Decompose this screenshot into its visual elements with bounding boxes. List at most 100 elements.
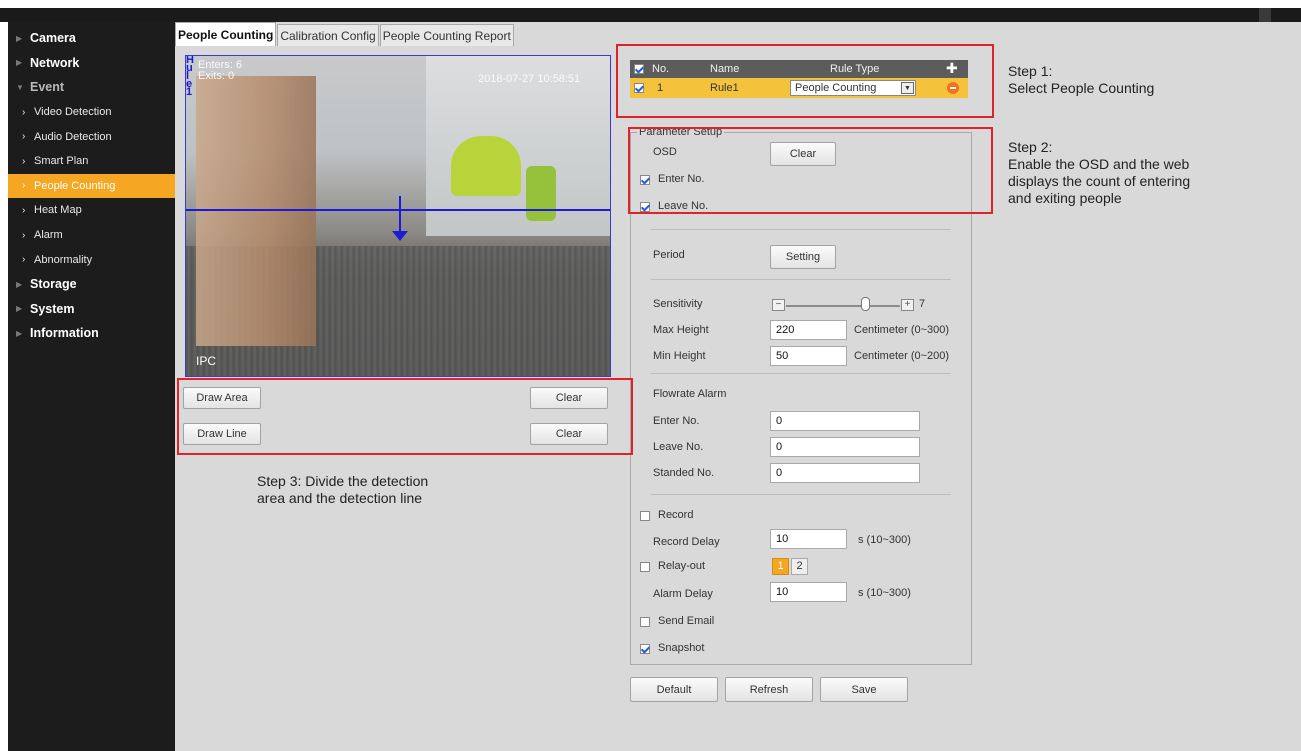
snapshot-checkbox[interactable] — [640, 644, 650, 654]
tab-people-counting[interactable]: People Counting — [175, 22, 277, 46]
sensitivity-increase-button[interactable]: + — [901, 299, 914, 311]
sidebar-item-system[interactable]: ▶ System — [8, 297, 175, 322]
sidebar-item-label: Heat Map — [34, 204, 82, 217]
alarm-enter-no-input[interactable]: 0 — [770, 411, 920, 431]
draw-area-button[interactable]: Draw Area — [183, 387, 261, 409]
divider — [651, 229, 951, 230]
chevron-right-icon: › — [22, 204, 26, 216]
tab-calibration-config[interactable]: Calibration Config — [277, 24, 379, 46]
sidebar-item-label: People Counting — [34, 179, 116, 192]
triangle-right-icon: ▶ — [16, 328, 23, 338]
rule-row[interactable]: 1 Rule1 People Counting ▼ — [630, 78, 968, 98]
sensitivity-decrease-button[interactable]: − — [772, 299, 785, 311]
rule-type-value: People Counting — [795, 82, 877, 94]
sensitivity-slider-track[interactable] — [786, 305, 900, 307]
send-email-label: Send Email — [658, 615, 715, 627]
standed-no-input[interactable]: 0 — [770, 463, 920, 483]
arrow-down-icon — [392, 231, 408, 241]
alarm-leave-no-input[interactable]: 0 — [770, 437, 920, 457]
channel-label: IPC — [196, 354, 217, 368]
video-preview[interactable]: Hu l e 1 Enters: 6 Exits: 0 2018-07-27 1… — [185, 55, 611, 377]
clear-area-button[interactable]: Clear — [530, 387, 608, 409]
parameter-setup-legend: Parameter Setup — [637, 126, 725, 138]
sidebar-item-abnormality[interactable]: › Abnormality — [8, 247, 175, 272]
sidebar-item-smart-plan[interactable]: › Smart Plan — [8, 149, 175, 174]
chevron-down-icon[interactable]: ▼ — [901, 82, 914, 94]
record-delay-label: Record Delay — [653, 536, 720, 548]
tab-bar: People Counting Calibration Config Peopl… — [175, 22, 515, 46]
enter-no-label: Enter No. — [658, 173, 705, 185]
step-1-note: Step 1: Select People Counting — [1008, 63, 1155, 96]
osd-vertical-label: Hu l e 1 — [186, 55, 194, 98]
chevron-right-icon: › — [22, 106, 26, 118]
sidebar-item-information[interactable]: ▶ Information — [8, 321, 175, 346]
parameter-setup: Parameter Setup OSD Clear Enter No. Leav… — [630, 126, 972, 665]
sidebar-item-heat-map[interactable]: › Heat Map — [8, 198, 175, 223]
sidebar-item-label: System — [30, 301, 75, 316]
record-delay-input[interactable]: 10 — [770, 529, 847, 549]
chevron-right-icon: › — [22, 229, 26, 241]
record-checkbox[interactable] — [640, 511, 650, 521]
triangle-right-icon: ▶ — [16, 304, 23, 314]
osd-label: OSD — [653, 146, 677, 158]
osd-timestamp: 2018-07-27 10:58:51 — [478, 73, 581, 85]
sidebar-item-label: Smart Plan — [34, 155, 89, 168]
sidebar-item-alarm[interactable]: › Alarm — [8, 223, 175, 248]
sensitivity-label: Sensitivity — [653, 298, 703, 310]
period-setting-button[interactable]: Setting — [770, 245, 836, 269]
chevron-right-icon: › — [22, 131, 26, 143]
sidebar-item-audio-detection[interactable]: › Audio Detection — [8, 124, 175, 149]
enter-no-checkbox[interactable] — [640, 175, 650, 185]
sidebar-item-network[interactable]: ▶ Network — [8, 51, 175, 76]
max-height-unit: Centimeter (0~300) — [854, 324, 950, 336]
leave-no-checkbox[interactable] — [640, 202, 650, 212]
rule-row-checkbox[interactable] — [634, 83, 644, 93]
relay-1-button[interactable]: 1 — [772, 558, 789, 575]
relay-2-button[interactable]: 2 — [791, 558, 808, 575]
default-button[interactable]: Default — [630, 677, 718, 702]
sidebar-item-label: Alarm — [34, 229, 63, 242]
sidebar-item-camera[interactable]: ▶ Camera — [8, 26, 175, 51]
send-email-checkbox[interactable] — [640, 617, 650, 627]
top-bar-gap — [1259, 8, 1271, 22]
sensitivity-slider-thumb[interactable] — [861, 297, 871, 311]
sidebar-item-event[interactable]: ▼ Event — [8, 75, 175, 100]
add-rule-icon[interactable]: ✚ — [946, 60, 958, 77]
snapshot-label: Snapshot — [658, 642, 705, 654]
rule-row-no: 1 — [657, 82, 664, 94]
standed-no-label: Standed No. — [653, 467, 715, 479]
min-height-input[interactable]: 50 — [770, 346, 847, 366]
flowrate-alarm-label: Flowrate Alarm — [653, 388, 727, 400]
refresh-button[interactable]: Refresh — [725, 677, 813, 702]
select-all-checkbox[interactable] — [634, 64, 644, 74]
video-scene-panel — [451, 136, 521, 196]
clear-line-button[interactable]: Clear — [530, 423, 608, 445]
step-3-note: Step 3: Divide the detection area and th… — [257, 473, 429, 506]
triangle-right-icon: ▶ — [16, 279, 23, 289]
header-rule-type: Rule Type — [830, 63, 880, 75]
osd-counts: Enters: 6 Exits: 0 — [198, 60, 242, 82]
sidebar-item-storage[interactable]: ▶ Storage — [8, 272, 175, 297]
draw-line-button[interactable]: Draw Line — [183, 423, 261, 445]
period-label: Period — [653, 249, 685, 261]
tab-people-counting-report[interactable]: People Counting Report — [379, 24, 514, 46]
sidebar-item-label: Network — [30, 55, 80, 70]
osd-exits: Exits: 0 — [198, 70, 235, 82]
rule-type-select[interactable]: People Counting ▼ — [790, 80, 916, 96]
sidebar-item-label: Camera — [30, 31, 76, 46]
relay-out-checkbox[interactable] — [640, 562, 650, 572]
header-name: Name — [710, 63, 740, 75]
video-scene-chair — [526, 166, 556, 221]
save-button[interactable]: Save — [820, 677, 908, 702]
relay-out-label: Relay-out — [658, 560, 706, 572]
sidebar-item-video-detection[interactable]: › Video Detection — [8, 100, 175, 125]
osd-clear-button[interactable]: Clear — [770, 142, 836, 166]
sidebar-item-label: Video Detection — [34, 106, 112, 119]
sensitivity-value: 7 — [919, 298, 926, 310]
sidebar-item-people-counting[interactable]: › People Counting — [8, 173, 175, 199]
alarm-delay-label: Alarm Delay — [653, 588, 713, 600]
triangle-down-icon: ▼ — [16, 82, 24, 92]
main-content: People Counting Calibration Config Peopl… — [175, 22, 1301, 751]
alarm-delay-input[interactable]: 10 — [770, 582, 847, 602]
max-height-input[interactable]: 220 — [770, 320, 847, 340]
